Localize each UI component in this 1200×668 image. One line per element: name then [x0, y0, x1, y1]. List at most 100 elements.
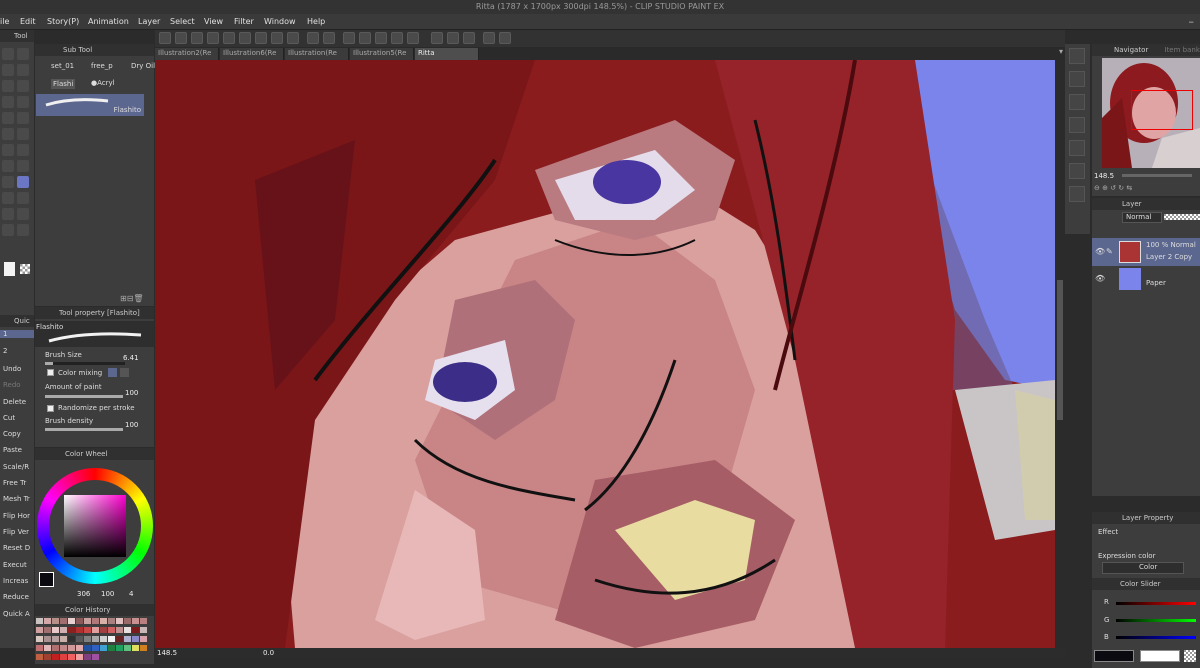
print-icon[interactable] [255, 32, 267, 44]
special-ruler-icon[interactable] [447, 32, 459, 44]
tab-illustration6[interactable]: Illustration6(Re [220, 48, 284, 60]
new-icon[interactable] [159, 32, 171, 44]
density-value[interactable]: 100 [125, 421, 138, 429]
frame-tool-icon[interactable] [17, 192, 29, 204]
tab-illustration2[interactable]: Illustration2(Re [155, 48, 219, 60]
cmd-paste[interactable]: Paste [0, 446, 25, 454]
main-color-chip[interactable] [4, 262, 15, 276]
color-history-swatch[interactable] [92, 636, 99, 642]
density-slider[interactable] [45, 428, 123, 431]
operation-tool-icon[interactable] [2, 64, 14, 76]
cmd-scale[interactable]: Scale/R [0, 463, 30, 471]
menu-file[interactable]: ile [0, 17, 9, 26]
pencil-tool-icon[interactable] [17, 112, 29, 124]
figure-tool-icon[interactable] [2, 192, 14, 204]
balloon-tool-icon[interactable] [17, 208, 29, 220]
color-history-swatch[interactable] [124, 627, 131, 633]
color-history-swatch[interactable] [44, 627, 51, 633]
cmd-free-transform[interactable]: Free Tr [0, 479, 30, 487]
color-history-swatch[interactable] [108, 627, 115, 633]
expression-color-select[interactable]: Color [1102, 562, 1184, 574]
color-history-swatch[interactable] [60, 618, 67, 624]
color-history-swatch[interactable] [36, 618, 43, 624]
menu-filter[interactable]: Filter [234, 17, 254, 26]
color-history-swatch[interactable] [36, 636, 43, 642]
amount-value[interactable]: 100 [125, 389, 138, 397]
color-history-swatch[interactable] [116, 627, 123, 633]
redo-icon[interactable] [287, 32, 299, 44]
menu-window[interactable]: Window [264, 17, 296, 26]
color-history-swatch[interactable] [60, 627, 67, 633]
color-history-swatch[interactable] [44, 636, 51, 642]
menu-layer[interactable]: Layer [138, 17, 160, 26]
color-history-swatch[interactable] [76, 627, 83, 633]
cmd-reduce[interactable]: Reduce [0, 593, 30, 601]
randomize-checkbox[interactable] [47, 405, 54, 412]
item-bank-tab[interactable]: Item bank [1151, 46, 1200, 54]
layer-row-layer2copy[interactable]: 👁 ✎ 100 % Normal Layer 2 Copy [1092, 238, 1200, 266]
paper-layer-name[interactable]: Paper [1146, 279, 1166, 287]
saturation-value-square[interactable] [64, 495, 126, 557]
correct-line-tool-icon[interactable] [17, 224, 29, 236]
main-color-swatch[interactable] [39, 572, 54, 587]
decoration-tool-icon[interactable] [2, 144, 14, 156]
menu-animation[interactable]: Animation [88, 17, 129, 26]
hand-tool-icon[interactable] [17, 48, 29, 60]
color-history-swatch[interactable] [68, 654, 75, 660]
color-history-swatch[interactable] [92, 645, 99, 651]
color-history-swatch[interactable] [124, 618, 131, 624]
color-history-swatch[interactable] [52, 627, 59, 633]
color-history-swatch[interactable] [92, 618, 99, 624]
layer-name[interactable]: Layer 2 Copy [1146, 253, 1192, 261]
color-history-swatch[interactable] [108, 645, 115, 651]
tab-list-icon[interactable]: ▾ [1059, 47, 1063, 56]
hue-ring[interactable] [37, 468, 153, 584]
status-angle[interactable]: 0.0 [263, 649, 274, 657]
color-history-swatch[interactable] [52, 645, 59, 651]
mix-mode-1-icon[interactable] [108, 368, 117, 377]
group-free[interactable]: free_p [91, 62, 113, 70]
blend-tool-icon[interactable] [2, 160, 14, 172]
canvas-scrollbar[interactable] [1055, 60, 1065, 648]
cmd-execute[interactable]: Execut [0, 561, 30, 569]
visibility-eye-icon[interactable]: 👁 [1095, 247, 1105, 256]
color-history-swatch[interactable] [68, 627, 75, 633]
material6-icon[interactable] [1069, 163, 1085, 179]
brush-size-value[interactable]: 6.41 [123, 354, 139, 362]
color-history-swatch[interactable] [116, 618, 123, 624]
material3-icon[interactable] [1069, 94, 1085, 110]
amount-slider[interactable] [45, 395, 123, 398]
cmd-copy[interactable]: Copy [0, 430, 24, 438]
tab-ritta[interactable]: Ritta [415, 48, 479, 60]
ruler-tool-icon[interactable] [2, 208, 14, 220]
visibility-eye-icon[interactable]: 👁 [1095, 274, 1105, 283]
color-history-swatch[interactable] [44, 645, 51, 651]
subtab-acryl[interactable]: ●Acryl [91, 79, 115, 87]
sub-color-swatch[interactable] [1140, 650, 1180, 662]
color-history-swatch[interactable] [60, 636, 67, 642]
color-history-swatch[interactable] [68, 636, 75, 642]
quick-slot-2[interactable]: 2 [0, 347, 10, 355]
gradient-tool-icon[interactable] [2, 176, 14, 188]
color-history-swatch[interactable] [76, 636, 83, 642]
color-history-swatch[interactable] [36, 627, 43, 633]
pen-tool-icon[interactable] [2, 112, 14, 124]
menu-edit[interactable]: Edit [20, 17, 36, 26]
color-history-swatch[interactable] [100, 627, 107, 633]
grid-snap-icon[interactable] [463, 32, 475, 44]
eyedropper-tool-icon[interactable] [2, 96, 14, 108]
color-history-swatch[interactable] [44, 654, 51, 660]
fill-tool-icon[interactable] [17, 160, 29, 172]
minimize-icon[interactable]: – [1189, 15, 1195, 28]
quick-tab[interactable]: Quic [0, 315, 34, 327]
group-dryoil[interactable]: Dry Oil [131, 62, 155, 70]
status-zoom[interactable]: 148.5 [157, 649, 177, 657]
canvas[interactable] [155, 60, 1055, 648]
transparent-color-icon[interactable] [20, 264, 30, 274]
cmd-delete[interactable]: Delete [0, 398, 29, 406]
material4-icon[interactable] [1069, 117, 1085, 133]
move-tool-icon[interactable] [17, 64, 29, 76]
transparent-swatch-icon[interactable] [1184, 650, 1196, 662]
cmd-undo[interactable]: Undo [0, 365, 24, 373]
subtab-flashi[interactable]: Flashi [51, 79, 76, 89]
